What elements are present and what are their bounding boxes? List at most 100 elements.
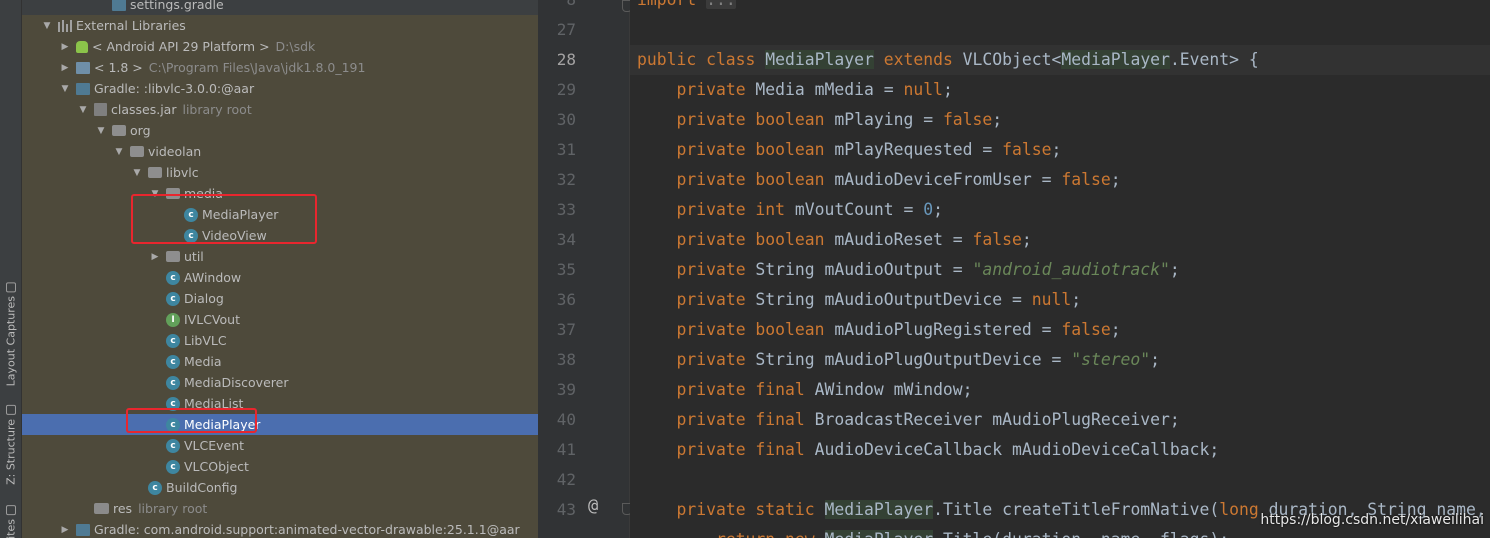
- collapsed-arrow-icon[interactable]: ▶: [60, 63, 70, 73]
- line-number: 43: [556, 500, 576, 519]
- project-tree[interactable]: settings.gradle ▼ External Libraries ▶ < And…: [22, 0, 538, 538]
- tree-item[interactable]: c Dialog: [22, 288, 538, 309]
- code-line[interactable]: private boolean mAudioPlugRegistered = f…: [637, 315, 1120, 345]
- code-line[interactable]: private boolean mPlaying = false;: [637, 105, 1002, 135]
- tool-tab-favorites[interactable]: orites: [3, 505, 19, 538]
- tree-item-label: LibVLC: [184, 333, 227, 348]
- collapsed-arrow-icon[interactable]: ▶: [60, 42, 70, 52]
- tree-item-label: External Libraries: [76, 18, 186, 33]
- code-line[interactable]: private final BroadcastReceiver mAudioPl…: [637, 405, 1179, 435]
- gradle-icon: [76, 523, 90, 536]
- line-number: [538, 525, 576, 538]
- tree-item-label: Gradle: :libvlc-3.0.0:@aar: [94, 81, 255, 96]
- tree-item[interactable]: c MediaList: [22, 393, 538, 414]
- expanded-arrow-icon[interactable]: ▼: [78, 105, 88, 115]
- tree-item[interactable]: c VLCEvent: [22, 435, 538, 456]
- tool-tab-label: Z: Structure: [4, 419, 18, 485]
- tool-tab-label: Layout Captures: [4, 296, 18, 387]
- code-editor[interactable]: import ... public class MediaPlayer exten…: [630, 0, 1490, 538]
- tree-item-label: Media: [184, 354, 222, 369]
- tree-item[interactable]: I IVLCVout: [22, 309, 538, 330]
- collapsed-arrow-icon[interactable]: ▶: [150, 252, 160, 262]
- line-number: 38: [556, 350, 576, 369]
- code-line[interactable]: private boolean mAudioDeviceFromUser = f…: [637, 165, 1120, 195]
- tree-item[interactable]: c BuildConfig: [22, 477, 538, 498]
- expanded-arrow-icon[interactable]: ▼: [60, 84, 70, 94]
- gradle-icon: [76, 82, 90, 95]
- class-icon: c: [166, 354, 180, 369]
- favorites-icon: [6, 505, 16, 515]
- tree-item[interactable]: ▶ util: [22, 246, 538, 267]
- tool-tab-layout-captures[interactable]: Layout Captures: [3, 282, 19, 386]
- tree-item[interactable]: ▼ Gradle: :libvlc-3.0.0:@aar: [22, 78, 538, 99]
- tree-item[interactable]: c LibVLC: [22, 330, 538, 351]
- jar-icon: [94, 103, 107, 116]
- tree-item-label: Dialog: [184, 291, 224, 306]
- tree-item-path: library root: [138, 501, 208, 516]
- package-icon: [112, 125, 126, 136]
- tree-item[interactable]: c MediaPlayer: [22, 414, 538, 435]
- line-number: 29: [556, 80, 576, 99]
- tree-item[interactable]: ▼ libvlc: [22, 162, 538, 183]
- expanded-arrow-icon[interactable]: ▼: [132, 168, 142, 178]
- tree-item-label: IVLCVout: [184, 312, 240, 327]
- code-line[interactable]: private Media mMedia = null;: [637, 75, 952, 105]
- watermark: https://blog.csdn.net/xiaweilihai: [1260, 512, 1484, 528]
- code-line[interactable]: private String mAudioOutput = "android_a…: [637, 255, 1179, 285]
- code-line[interactable]: private String mAudioOutputDevice = null…: [637, 285, 1081, 315]
- line-number: 28: [556, 50, 576, 69]
- tree-item-label: AWindow: [184, 270, 242, 285]
- tree-item[interactable]: c Media: [22, 351, 538, 372]
- tree-item[interactable]: ▼ org: [22, 120, 538, 141]
- line-number: 30: [556, 110, 576, 129]
- tree-item[interactable]: ▼ videolan: [22, 141, 538, 162]
- tree-item[interactable]: ▶ Gradle: com.android.support:animated-ve…: [22, 519, 538, 538]
- tree-item[interactable]: ▶ < Android API 29 Platform > D:\sdk: [22, 36, 538, 57]
- tool-tab-structure[interactable]: Z: Structure: [3, 405, 19, 485]
- class-icon: c: [166, 270, 180, 285]
- tree-item-label: Gradle: com.android.support:animated-vec…: [94, 522, 520, 537]
- code-line[interactable]: private boolean mPlayRequested = false;: [637, 135, 1061, 165]
- code-line[interactable]: private boolean mAudioReset = false;: [637, 225, 1031, 255]
- override-marker-icon[interactable]: @: [588, 496, 598, 516]
- tree-item[interactable]: ▶ < 1.8 > C:\Program Files\Java\jdk1.8.0_1…: [22, 57, 538, 78]
- tree-item-label: org: [130, 123, 151, 138]
- package-icon: [148, 167, 162, 178]
- code-line[interactable]: public class MediaPlayer extends VLCObje…: [637, 45, 1259, 75]
- code-line[interactable]: private String mAudioPlugOutputDevice = …: [637, 345, 1160, 375]
- tree-item[interactable]: res library root: [22, 498, 538, 519]
- tree-item-label: util: [184, 249, 204, 264]
- tree-item[interactable]: settings.gradle: [22, 0, 538, 15]
- class-icon: c: [166, 459, 180, 474]
- tree-item[interactable]: ▼ classes.jar library root: [22, 99, 538, 120]
- code-line[interactable]: private final AWindow mWindow;: [637, 375, 972, 405]
- line-number: 35: [556, 260, 576, 279]
- tree-item[interactable]: c VLCObject: [22, 456, 538, 477]
- expanded-arrow-icon[interactable]: ▼: [42, 21, 52, 31]
- tree-item-label: < 1.8 >: [94, 60, 143, 75]
- expanded-arrow-icon[interactable]: ▼: [114, 147, 124, 157]
- line-number: 40: [556, 410, 576, 429]
- tree-item[interactable]: c AWindow: [22, 267, 538, 288]
- tree-item-label: videolan: [148, 144, 202, 159]
- folder-icon: [94, 503, 109, 514]
- code-line[interactable]: private int mVoutCount = 0;: [637, 195, 942, 225]
- code-line[interactable]: return new MediaPlayer.Title(duration, n…: [637, 525, 1229, 538]
- tree-item-label: classes.jar: [111, 102, 177, 117]
- layout-captures-icon: [6, 282, 16, 292]
- tree-item[interactable]: ▼ External Libraries: [22, 15, 538, 36]
- tree-item[interactable]: c MediaDiscoverer: [22, 372, 538, 393]
- collapsed-arrow-icon[interactable]: ▶: [60, 525, 70, 535]
- line-number: 42: [556, 470, 576, 489]
- code-line[interactable]: import ...: [637, 0, 736, 15]
- expanded-arrow-icon[interactable]: ▼: [96, 126, 106, 136]
- code-line[interactable]: private final AudioDeviceCallback mAudio…: [637, 435, 1219, 465]
- line-number: 27: [556, 20, 576, 39]
- line-number: 37: [556, 320, 576, 339]
- package-icon: [166, 251, 180, 262]
